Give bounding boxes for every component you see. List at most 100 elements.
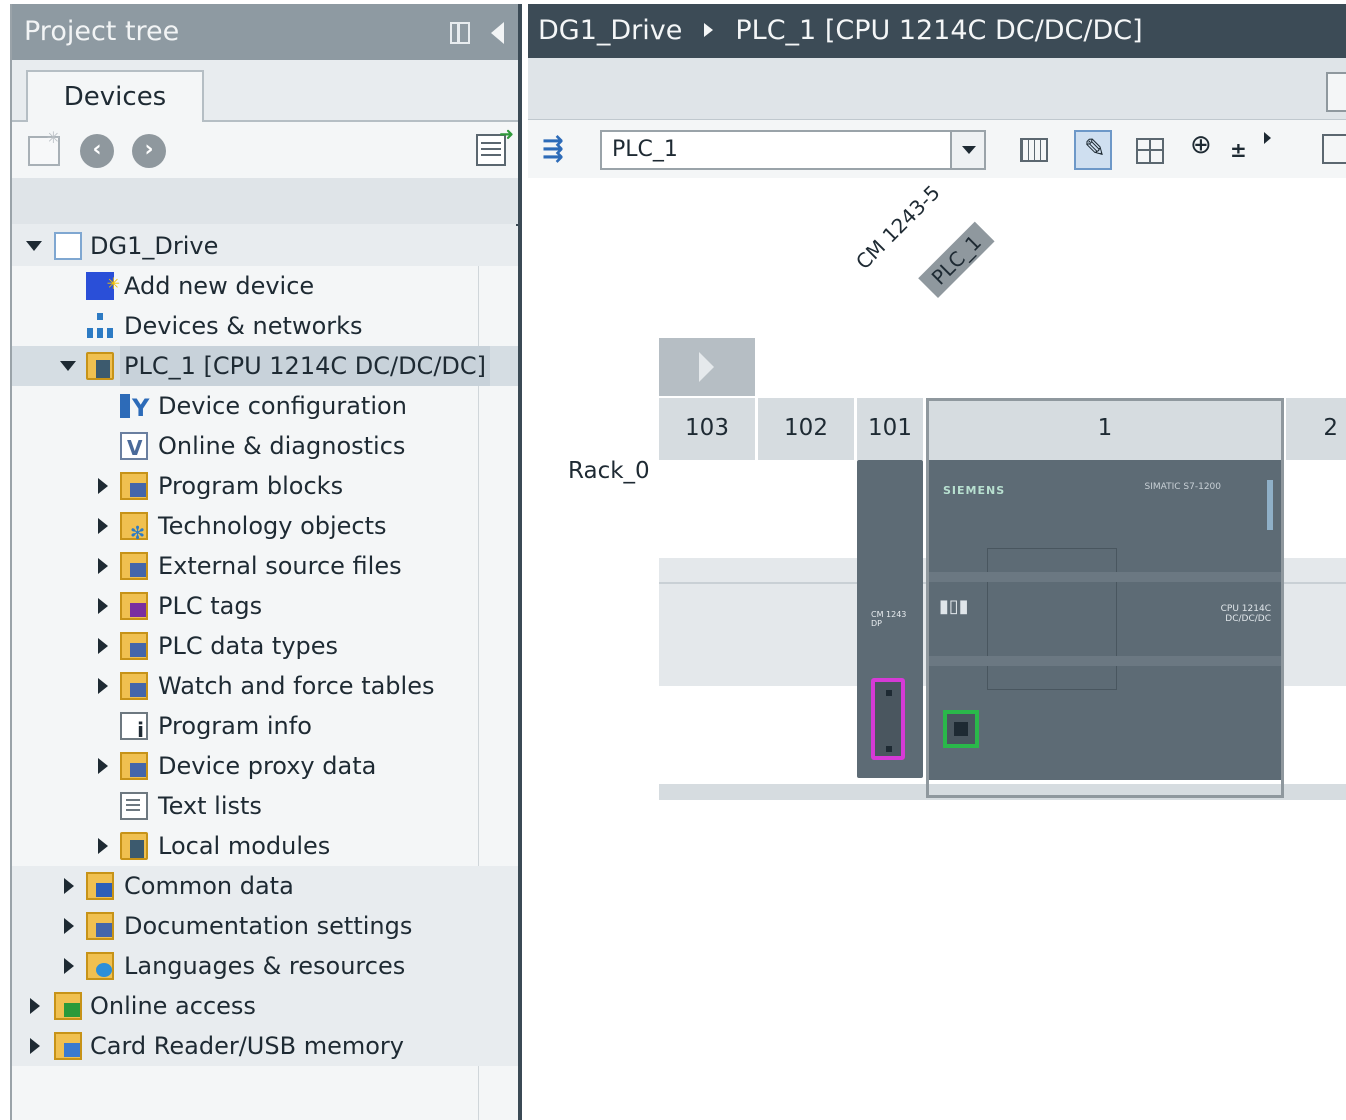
tree-item-label: Card Reader/USB memory [90, 1032, 404, 1060]
device-select[interactable]: PLC_1 [600, 130, 986, 170]
expand-closed-icon[interactable] [24, 986, 44, 1026]
project-tree-tabs: Devices [12, 60, 518, 124]
expand-closed-icon[interactable] [92, 826, 112, 866]
forward-icon[interactable]: › [132, 134, 166, 168]
cpu-cover-window [987, 548, 1117, 690]
tree-item-technology-objects[interactable]: Technology objects [12, 506, 518, 554]
documentation-icon [86, 912, 114, 940]
tree-item-label: PLC tags [158, 592, 263, 620]
tree-item-device-proxy-data[interactable]: Device proxy data [12, 746, 518, 786]
tree-item-dg1-drive[interactable]: DG1_Drive [12, 226, 518, 266]
tree-item-online-access[interactable]: Online access [12, 986, 518, 1026]
tree-item-label: Program info [158, 712, 312, 740]
cm-module-label: CM 1243-5 [851, 180, 945, 274]
expand-open-icon[interactable] [58, 346, 78, 386]
show-overview-icon[interactable] [476, 124, 514, 166]
tree-item-label: Device configuration [158, 392, 407, 420]
table-view-icon[interactable] [1130, 130, 1168, 170]
rack-expand-button[interactable] [659, 338, 755, 396]
network-connection-icon[interactable]: ⇶ [542, 134, 572, 164]
expand-closed-icon[interactable] [92, 626, 112, 666]
tree-item-watch-force-tables[interactable]: Watch and force tables [12, 666, 518, 706]
expand-closed-icon[interactable] [92, 546, 112, 586]
cm-1243-5-module[interactable]: CM 1243 DP [857, 460, 923, 778]
tree-item-card-reader[interactable]: Card Reader/USB memory [12, 1026, 518, 1066]
tree-item-plc-data-types[interactable]: PLC data types [12, 626, 518, 666]
module-labels: CM 1243-5 PLC_1 [851, 180, 1068, 310]
plc-folder-icon [86, 352, 114, 380]
tree-item-label: Program blocks [158, 472, 344, 500]
tree-item-text-lists[interactable]: Text lists [12, 786, 518, 826]
tree-item-languages-resources[interactable]: Languages & resources [12, 946, 518, 986]
card-reader-icon [54, 1032, 82, 1060]
languages-icon [86, 952, 114, 980]
back-icon[interactable]: ‹ [80, 134, 114, 168]
tree-item-plc-1[interactable]: PLC_1 [CPU 1214C DC/DC/DC] [12, 346, 518, 386]
tree-item-label: Common data [124, 872, 294, 900]
local-modules-icon [120, 832, 148, 860]
profinet-port-icon[interactable] [943, 710, 979, 748]
tree-item-label: PLC_1 [CPU 1214C DC/DC/DC] [120, 346, 491, 386]
program-blocks-icon [120, 472, 148, 500]
cpu-band-bottom [929, 656, 1281, 666]
expand-closed-icon[interactable] [58, 946, 78, 986]
slot-header-102: 102 [758, 398, 854, 460]
watch-tables-icon [120, 672, 148, 700]
zoom-icon[interactable]: ⊕ [1190, 130, 1212, 160]
online-access-icon [54, 992, 82, 1020]
breadcrumb: DG1_Drive PLC_1 [CPU 1214C DC/DC/DC] [528, 4, 1346, 58]
breadcrumb-device[interactable]: PLC_1 [CPU 1214C DC/DC/DC] [735, 15, 1142, 46]
expand-closed-icon[interactable] [58, 906, 78, 946]
tab-devices[interactable]: Devices [26, 70, 204, 124]
tree-item-label: Device proxy data [158, 752, 377, 780]
tree-item-program-blocks[interactable]: Program blocks [12, 466, 518, 506]
expand-closed-icon[interactable] [92, 586, 112, 626]
tree-item-external-source-files[interactable]: External source files [12, 546, 518, 586]
tree-item-label: Online & diagnostics [158, 432, 406, 460]
dock-icon[interactable] [450, 22, 470, 44]
tree-item-documentation-settings[interactable]: Documentation settings [12, 906, 518, 946]
zoom-dropdown-icon[interactable]: ± [1230, 138, 1247, 162]
tree-item-label: Local modules [158, 832, 331, 860]
device-proxy-icon [120, 752, 148, 780]
collapse-left-icon[interactable] [491, 22, 504, 44]
slot-header-101: 101 [857, 398, 923, 460]
diagnostics-icon [120, 428, 148, 468]
module-view-icon[interactable] [1014, 130, 1052, 170]
device-view-panel: DG1_Drive PLC_1 [CPU 1214C DC/DC/DC] ⇶ PL… [528, 4, 1346, 1120]
tree-item-add-new-device[interactable]: Add new device [12, 264, 518, 306]
expand-closed-icon[interactable] [24, 1026, 44, 1066]
tree-item-common-data[interactable]: Common data [12, 866, 518, 906]
tree-item-program-info[interactable]: Program info [12, 706, 518, 750]
slot-header-103: 103 [659, 398, 755, 460]
breadcrumb-project[interactable]: DG1_Drive [538, 15, 682, 46]
more-tools-icon[interactable] [1264, 132, 1271, 144]
expand-closed-icon[interactable] [92, 666, 112, 706]
project-tree-panel: Project tree Devices ‹ › DG1_Drive Add n… [10, 4, 522, 1120]
topology-view-tab[interactable] [1326, 72, 1346, 112]
tree-item-devices-networks[interactable]: Devices & networks [12, 306, 518, 346]
expand-closed-icon[interactable] [92, 746, 112, 786]
slot-header-2: 2 [1286, 398, 1346, 460]
chevron-down-icon[interactable] [950, 132, 984, 168]
cpu-1214c-module[interactable]: SIEMENS SIMATIC S7-1200 ▮▯▮ CPU 1214C DC… [929, 460, 1281, 780]
tree-item-online-diagnostics[interactable]: Online & diagnostics [12, 426, 518, 468]
network-icon [86, 312, 114, 340]
tree-item-label: Watch and force tables [158, 672, 435, 700]
expand-closed-icon[interactable] [92, 506, 112, 546]
new-item-icon[interactable] [28, 128, 60, 166]
tree-item-plc-tags[interactable]: PLC tags [12, 586, 518, 626]
tree-item-local-modules[interactable]: Local modules [12, 826, 518, 866]
tree-item-device-configuration[interactable]: Device configuration [12, 386, 518, 428]
edit-view-icon[interactable] [1074, 130, 1112, 170]
overview-toggle-icon[interactable] [1322, 134, 1346, 164]
expand-closed-icon[interactable] [58, 866, 78, 906]
profibus-port-icon[interactable] [871, 678, 905, 760]
tree-item-label: Technology objects [158, 512, 387, 540]
tree-item-label: PLC data types [158, 632, 339, 660]
expand-open-icon[interactable] [24, 226, 44, 266]
rack-label: Rack_0 [568, 458, 650, 484]
data-types-icon [120, 632, 148, 660]
cpu-model-text: CPU 1214C DC/DC/DC [1220, 604, 1271, 624]
expand-closed-icon[interactable] [92, 466, 112, 506]
